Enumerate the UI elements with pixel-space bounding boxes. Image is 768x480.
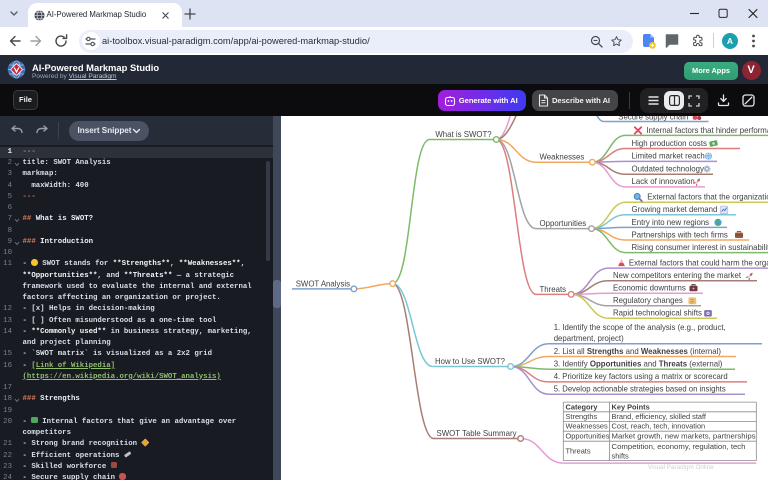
- svg-text:Economic downturns: Economic downturns: [613, 284, 686, 293]
- svg-text:Regulatory changes: Regulatory changes: [613, 296, 683, 305]
- svg-text:High production costs: High production costs: [632, 139, 708, 148]
- svg-text:Lack of innovation: Lack of innovation: [632, 177, 695, 186]
- svg-text:Opportunities: Opportunities: [566, 432, 610, 441]
- svg-text:Visual Paradigm Online: Visual Paradigm Online: [648, 464, 714, 471]
- svg-text:Limited market reach: Limited market reach: [632, 152, 705, 161]
- svg-text:Outdated technology: Outdated technology: [632, 164, 704, 173]
- svg-text:Opportunities: Opportunities: [540, 219, 587, 228]
- svg-text:New competitors entering the m: New competitors entering the market: [613, 271, 742, 280]
- svg-text:Weaknesses: Weaknesses: [566, 422, 608, 431]
- svg-text:department, project): department, project): [554, 334, 624, 343]
- svg-text:2. List all Strengths and Weak: 2. List all Strengths and Weaknesses (in…: [554, 347, 722, 356]
- svg-text:Key Points: Key Points: [612, 402, 650, 411]
- svg-text:Internal factors that hinder p: Internal factors that hinder performance: [647, 126, 768, 135]
- svg-text:5. Develop actionable strategi: 5. Develop actionable strategies based o…: [554, 385, 726, 394]
- svg-text:Threats: Threats: [566, 446, 591, 455]
- svg-text:How to Use SWOT?: How to Use SWOT?: [435, 357, 506, 366]
- svg-text:Secure supply chain: Secure supply chain: [618, 116, 688, 121]
- svg-text:Strengths: Strengths: [566, 412, 598, 421]
- svg-text:Rapid technological shifts: Rapid technological shifts: [613, 309, 702, 318]
- svg-text:SWOT Table Summary: SWOT Table Summary: [437, 429, 517, 438]
- svg-text:Competition, economy, regulati: Competition, economy, regulation, tech: [612, 442, 746, 451]
- svg-text:Weaknesses: Weaknesses: [540, 153, 585, 162]
- svg-text:Brand, efficiency, skilled sta: Brand, efficiency, skilled staff: [612, 412, 707, 421]
- svg-text:Partnerships with tech firms: Partnerships with tech firms: [632, 230, 728, 239]
- svg-text:External factors that the orga: External factors that the organization c…: [647, 193, 768, 202]
- svg-text:1. Identify the scope of the a: 1. Identify the scope of the analysis (e…: [554, 323, 726, 332]
- svg-text:External factors that could ha: External factors that could harm the org…: [629, 259, 768, 268]
- svg-text:Threats: Threats: [540, 285, 567, 294]
- svg-text:Category: Category: [566, 402, 599, 411]
- svg-text:What is SWOT?: What is SWOT?: [435, 130, 492, 139]
- svg-text:3. Identify Opportunities and: 3. Identify Opportunities and Threats (e…: [554, 360, 723, 369]
- svg-text:Rising consumer interest in su: Rising consumer interest in sustainabili…: [632, 243, 768, 252]
- svg-text:4. Prioritize key factors usin: 4. Prioritize key factors using a matrix…: [554, 372, 728, 381]
- svg-text:SWOT Analysis: SWOT Analysis: [296, 279, 350, 288]
- svg-text:Cost, reach, tech, innovation: Cost, reach, tech, innovation: [612, 422, 706, 431]
- svg-text:Market growth, new markets, pa: Market growth, new markets, partnerships: [612, 432, 756, 441]
- svg-text:Entry into new regions: Entry into new regions: [632, 218, 710, 227]
- svg-text:shifts: shifts: [612, 451, 630, 460]
- svg-text:Growing market demand: Growing market demand: [632, 205, 718, 214]
